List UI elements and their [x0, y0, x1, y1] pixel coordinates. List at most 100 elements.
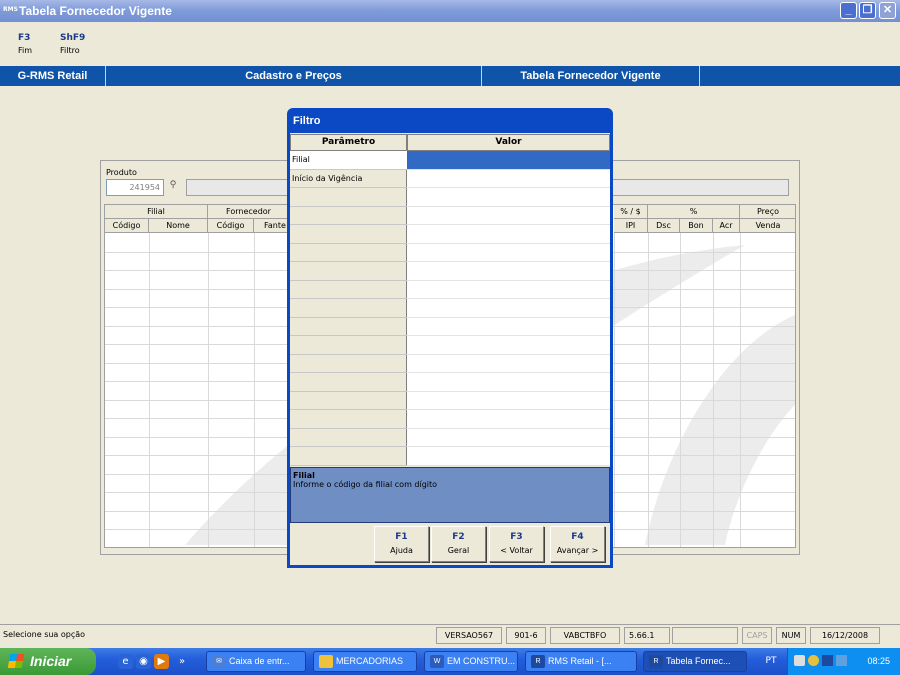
- product-label: Produto: [106, 168, 137, 177]
- outlook-icon[interactable]: ◉: [136, 654, 151, 669]
- button-label: Geral: [447, 546, 470, 555]
- app-icon: RMS: [3, 6, 18, 13]
- system-tray: 08:25: [787, 648, 900, 675]
- value-cell[interactable]: [407, 262, 610, 281]
- param-row[interactable]: [290, 429, 407, 447]
- media-icon[interactable]: ▶: [154, 654, 169, 669]
- param-row[interactable]: [290, 207, 407, 225]
- value-cell[interactable]: [407, 373, 610, 392]
- folder-icon: [319, 655, 333, 668]
- ribbon-module: Cadastro e Preços: [106, 66, 482, 86]
- close-icon[interactable]: ✕: [879, 2, 896, 19]
- value-column-header: Valor: [407, 134, 610, 151]
- taskbar-item-rms[interactable]: R RMS Retail - [...: [525, 651, 637, 672]
- value-cell[interactable]: [407, 299, 610, 318]
- binoculars-icon[interactable]: ⚲: [165, 180, 181, 195]
- ribbon-system: G-RMS Retail: [0, 66, 106, 86]
- fkey-filtro[interactable]: ShF9 Filtro: [60, 33, 85, 55]
- grid-group-header: %: [648, 205, 740, 219]
- grid-column-line: [740, 233, 741, 547]
- param-row[interactable]: [290, 410, 407, 429]
- param-row[interactable]: [290, 392, 407, 410]
- word-icon: W: [430, 655, 444, 668]
- value-cell[interactable]: [407, 410, 610, 429]
- display-icon[interactable]: [836, 655, 847, 666]
- param-row[interactable]: [290, 318, 407, 336]
- param-row[interactable]: [290, 225, 407, 244]
- language-indicator[interactable]: PT: [759, 651, 783, 672]
- help-panel: Filial Informe o código da filial com dí…: [290, 467, 610, 523]
- value-cell[interactable]: [407, 447, 610, 466]
- value-cell[interactable]: [407, 244, 610, 262]
- grid-header: Código: [208, 219, 254, 233]
- param-row[interactable]: [290, 447, 407, 466]
- param-row[interactable]: [290, 355, 407, 373]
- filter-dialog: Filtro Parâmetro Valor Filial Início da V…: [287, 108, 613, 568]
- value-cell[interactable]: [407, 281, 610, 299]
- window-title-bar[interactable]: RMS Tabela Fornecedor Vigente _ ❐ ✕: [0, 0, 900, 22]
- value-cell[interactable]: [407, 188, 610, 207]
- grid-column-line: [614, 233, 615, 547]
- task-label: EM CONSTRU...: [447, 656, 516, 666]
- value-column[interactable]: [407, 151, 610, 466]
- param-row[interactable]: [290, 262, 407, 281]
- dialog-title: Filtro: [293, 115, 321, 127]
- taskbar-item-folder[interactable]: MERCADORIAS: [313, 651, 417, 672]
- help-button[interactable]: F1 Ajuda: [374, 526, 429, 562]
- value-cell[interactable]: [407, 151, 610, 170]
- general-button[interactable]: F2 Geral: [431, 526, 486, 562]
- grid-header: IPI: [614, 219, 648, 233]
- start-label: Iniciar: [30, 653, 72, 669]
- window-title: Tabela Fornecedor Vigente: [19, 4, 172, 18]
- status-bar: Selecione sua opção VERSAO567 901-6 VABC…: [0, 624, 900, 646]
- grid-column-line: [254, 233, 255, 547]
- button-label: Ajuda: [390, 546, 413, 555]
- param-row[interactable]: Início da Vigência: [290, 170, 407, 188]
- value-cell[interactable]: [407, 336, 610, 355]
- fkey-fim[interactable]: F3 Fim: [18, 33, 32, 55]
- grid-header: Nome: [149, 219, 208, 233]
- param-row[interactable]: [290, 373, 407, 392]
- grid-header: Fante: [254, 219, 290, 233]
- next-button[interactable]: F4 Avançar >: [550, 526, 605, 562]
- grid-header: Acr: [713, 219, 740, 233]
- network-icon[interactable]: [794, 655, 805, 666]
- restore-icon[interactable]: ❐: [859, 2, 876, 19]
- button-key: F2: [452, 532, 465, 542]
- fkey-label: Fim: [18, 46, 33, 55]
- value-cell[interactable]: [407, 429, 610, 447]
- value-cell[interactable]: [407, 318, 610, 336]
- back-button[interactable]: F3 < Voltar: [489, 526, 544, 562]
- button-label: Avançar >: [556, 546, 599, 555]
- value-cell[interactable]: [407, 392, 610, 410]
- value-cell[interactable]: [407, 207, 610, 225]
- taskbar-item-mail[interactable]: ✉ Caixa de entr...: [206, 651, 306, 672]
- minimize-icon[interactable]: _: [840, 2, 857, 19]
- task-label: Tabela Fornec...: [666, 656, 731, 666]
- dialog-button-bar: F1 Ajuda F2 Geral F3 < Voltar F4 Avançar…: [290, 524, 610, 565]
- param-row[interactable]: [290, 299, 407, 318]
- value-cell[interactable]: [407, 355, 610, 373]
- param-row[interactable]: [290, 336, 407, 355]
- task-label: MERCADORIAS: [336, 656, 404, 666]
- quicklaunch-more-icon[interactable]: »: [176, 654, 188, 669]
- param-row[interactable]: [290, 244, 407, 262]
- param-row[interactable]: [290, 188, 407, 207]
- value-cell[interactable]: [407, 170, 610, 188]
- ie-icon[interactable]: e: [118, 654, 133, 669]
- security-icon[interactable]: [808, 655, 819, 666]
- taskbar-item-tabela[interactable]: R Tabela Fornec...: [643, 651, 747, 672]
- grid-group-header: Filial: [105, 205, 208, 219]
- param-row[interactable]: Filial: [290, 151, 407, 170]
- clock: 08:25: [867, 656, 890, 666]
- taskbar-item-word[interactable]: W EM CONSTRU...: [424, 651, 518, 672]
- param-row[interactable]: [290, 281, 407, 299]
- rms-icon: R: [531, 655, 545, 668]
- fkey-key: F3: [18, 33, 31, 43]
- product-code-input[interactable]: 241954: [106, 179, 164, 196]
- value-cell[interactable]: [407, 225, 610, 244]
- param-column-header: Parâmetro: [290, 134, 407, 151]
- fkey-label: Filtro: [60, 46, 80, 55]
- start-button[interactable]: Iniciar: [0, 648, 96, 675]
- rms-tray-icon[interactable]: [822, 655, 833, 666]
